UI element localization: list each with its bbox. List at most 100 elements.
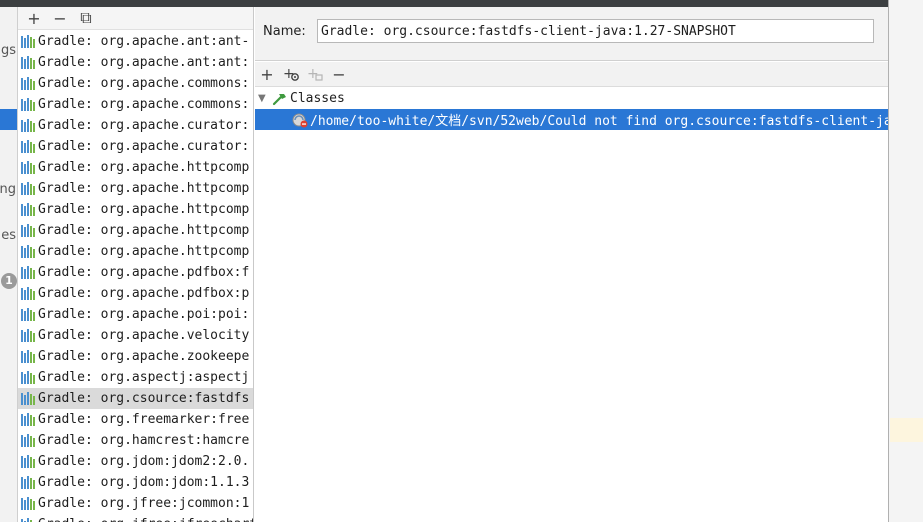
attach-files-button[interactable]: + xyxy=(281,64,301,84)
dialog-border xyxy=(888,0,923,522)
tree-node-class-path[interactable]: /home/too-white/文档/svn/52web/Could not f… xyxy=(255,109,923,130)
classes-label: Classes xyxy=(290,91,345,106)
library-name: Gradle: org.apache.commons: xyxy=(38,97,250,112)
library-list-item[interactable]: Gradle: org.hamcrest:hamcre xyxy=(18,430,253,451)
library-name: Gradle: org.csource:fastdfs xyxy=(38,391,250,406)
library-name: Gradle: org.apache.pdfbox:p xyxy=(38,286,250,301)
libraries-panel: + − ⧉ Gradle: org.apache.ant:ant- Gradle:… xyxy=(18,7,254,522)
library-bars-icon xyxy=(21,476,35,489)
library-list-item[interactable]: Gradle: org.apache.httpcomp xyxy=(18,178,253,199)
library-bars-icon xyxy=(21,413,35,426)
settings-nav-sidebar: gs ng es 1 xyxy=(0,7,18,522)
library-name: Gradle: org.apache.commons: xyxy=(38,76,250,91)
library-name: Gradle: org.apache.ant:ant: xyxy=(38,55,250,70)
library-name: Gradle: org.apache.httpcomp xyxy=(38,160,250,175)
library-name: Gradle: org.aspectj:aspectj xyxy=(38,370,250,385)
library-name: Gradle: org.jdom:jdom2:2.0. xyxy=(38,454,250,469)
library-list-item[interactable]: Gradle: org.apache.pdfbox:p xyxy=(18,283,253,304)
library-list-item[interactable]: Gradle: org.apache.ant:ant- xyxy=(18,31,253,52)
library-list-item[interactable]: Gradle: org.apache.curator: xyxy=(18,136,253,157)
library-bars-icon xyxy=(21,119,35,132)
nav-item-fragment[interactable]: gs xyxy=(1,43,16,58)
library-name: Gradle: org.jfree:jfreechart xyxy=(38,517,253,522)
library-list-item[interactable]: Gradle: org.apache.httpcomp xyxy=(18,220,253,241)
library-bars-icon xyxy=(21,182,35,195)
add-gear-icon: + xyxy=(283,66,299,82)
library-bars-icon xyxy=(21,161,35,174)
library-name: Gradle: org.apache.poi:poi: xyxy=(38,307,250,322)
nav-item-selected[interactable] xyxy=(0,109,17,130)
libraries-list: Gradle: org.apache.ant:ant- Gradle: org.a… xyxy=(18,31,253,522)
library-name: Gradle: org.apache.httpcomp xyxy=(38,244,250,259)
library-name: Gradle: org.jfree:jcommon:1 xyxy=(38,496,250,511)
library-list-item[interactable]: Gradle: org.jdom:jdom:1.1.3 xyxy=(18,472,253,493)
nav-item-fragment[interactable]: es xyxy=(1,228,16,243)
name-label: Name: xyxy=(263,24,306,39)
library-name: Gradle: org.apache.httpcomp xyxy=(38,223,250,238)
library-list-item[interactable]: Gradle: org.jfree:jfreechart xyxy=(18,514,253,522)
library-list-item[interactable]: Gradle: org.apache.poi:poi: xyxy=(18,304,253,325)
library-bars-icon xyxy=(21,371,35,384)
class-path-text: /home/too-white/文档/svn/52web/Could not f… xyxy=(310,114,923,129)
classes-hammer-icon xyxy=(272,93,286,105)
library-list-item[interactable]: Gradle: org.csource:fastdfs xyxy=(18,388,253,409)
library-bars-icon xyxy=(21,35,35,48)
library-list-item[interactable]: Gradle: org.apache.zookeepe xyxy=(18,346,253,367)
nav-item-fragment[interactable]: ng xyxy=(0,182,16,197)
library-list-item[interactable]: Gradle: org.jfree:jcommon:1 xyxy=(18,493,253,514)
expand-arrow-icon[interactable]: ▼ xyxy=(258,93,272,104)
library-detail-panel: Name: + + + − ▼ xyxy=(255,7,923,522)
library-name: Gradle: org.apache.httpcomp xyxy=(38,181,250,196)
add-excluded-button[interactable]: + xyxy=(305,64,325,84)
library-bars-icon xyxy=(21,392,35,405)
library-bars-icon xyxy=(21,329,35,342)
library-list-item[interactable]: Gradle: org.apache.commons: xyxy=(18,73,253,94)
library-bars-icon xyxy=(21,455,35,468)
library-bars-icon xyxy=(21,140,35,153)
project-structure-dialog: gs ng es 1 + − ⧉ Gradle: org.apache.ant:… xyxy=(0,0,923,522)
library-bars-icon xyxy=(21,98,35,111)
library-name: Gradle: org.apache.httpcomp xyxy=(38,202,250,217)
background-highlight xyxy=(890,418,923,442)
library-list-item[interactable]: Gradle: org.apache.pdfbox:f xyxy=(18,262,253,283)
remove-library-button[interactable]: − xyxy=(50,8,70,28)
name-row: Name: xyxy=(255,7,888,61)
libraries-toolbar: + − ⧉ xyxy=(18,7,253,30)
library-name: Gradle: org.hamcrest:hamcre xyxy=(38,433,250,448)
add-root-button[interactable]: + xyxy=(257,64,277,84)
library-bars-icon xyxy=(21,308,35,321)
library-bars-icon xyxy=(21,77,35,90)
library-list-item[interactable]: Gradle: org.aspectj:aspectj xyxy=(18,367,253,388)
tree-node-classes[interactable]: ▼ Classes xyxy=(255,88,888,109)
library-list-item[interactable]: Gradle: org.apache.httpcomp xyxy=(18,199,253,220)
library-list-item[interactable]: Gradle: org.freemarker:free xyxy=(18,409,253,430)
title-bar xyxy=(0,0,888,7)
library-list-item[interactable]: Gradle: org.jdom:jdom2:2.0. xyxy=(18,451,253,472)
library-bars-icon xyxy=(21,245,35,258)
library-name-field[interactable] xyxy=(317,19,874,43)
library-name: Gradle: org.apache.velocity xyxy=(38,328,250,343)
copy-library-button[interactable]: ⧉ xyxy=(76,8,96,28)
library-bars-icon xyxy=(21,224,35,237)
problems-count-badge[interactable]: 1 xyxy=(1,273,17,289)
library-bars-icon xyxy=(21,434,35,447)
library-name: Gradle: org.apache.curator: xyxy=(38,139,250,154)
library-name: Gradle: org.apache.zookeepe xyxy=(38,349,250,364)
library-bars-icon xyxy=(21,350,35,363)
library-list-item[interactable]: Gradle: org.apache.httpcomp xyxy=(18,157,253,178)
library-bars-icon xyxy=(21,266,35,279)
library-list-item[interactable]: Gradle: org.apache.velocity xyxy=(18,325,253,346)
library-list-item[interactable]: Gradle: org.apache.commons: xyxy=(18,94,253,115)
library-list-item[interactable]: Gradle: org.apache.httpcomp xyxy=(18,241,253,262)
library-bars-icon xyxy=(21,203,35,216)
broken-jar-icon xyxy=(292,113,308,127)
library-name: Gradle: org.apache.ant:ant- xyxy=(38,34,250,49)
library-list-item[interactable]: Gradle: org.apache.ant:ant: xyxy=(18,52,253,73)
library-roots-tree: ▼ Classes /home/too-white/文档/svn/52web/C… xyxy=(255,88,923,130)
library-name: Gradle: org.jdom:jdom:1.1.3 xyxy=(38,475,250,490)
add-library-button[interactable]: + xyxy=(24,8,44,28)
library-bars-icon xyxy=(21,518,32,522)
remove-root-button[interactable]: − xyxy=(329,64,349,84)
library-list-item[interactable]: Gradle: org.apache.curator: xyxy=(18,115,253,136)
library-name: Gradle: org.apache.curator: xyxy=(38,118,250,133)
